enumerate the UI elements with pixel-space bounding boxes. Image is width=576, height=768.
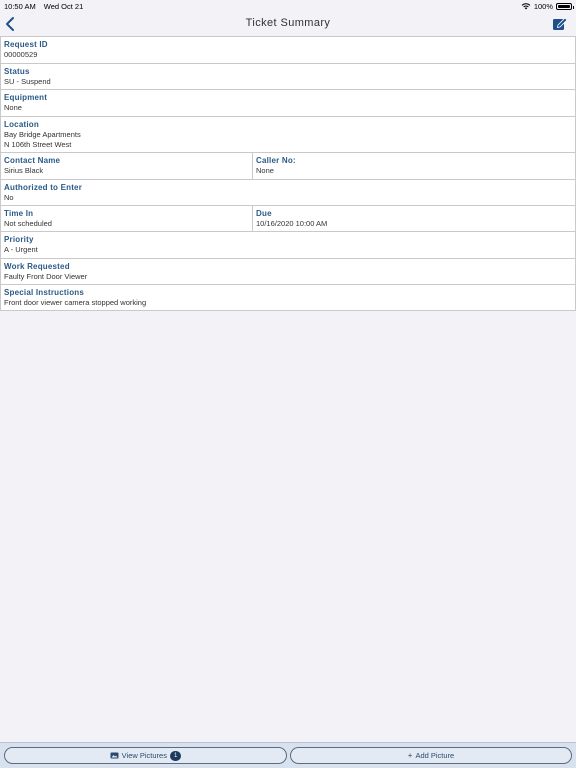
picture-count-badge: 1 (169, 750, 182, 761)
wifi-icon (521, 3, 531, 10)
status-value: SU - Suspend (4, 77, 51, 86)
add-picture-button[interactable]: + Add Picture (290, 747, 572, 764)
contact-name-label: Contact Name (4, 156, 61, 165)
ticket-summary-screen: 10:50 AM Wed Oct 21 100% Ticket Summary … (0, 0, 576, 768)
caller-no-value: None (256, 166, 274, 175)
view-pictures-label: View Pictures (121, 751, 167, 760)
photo-icon (110, 752, 119, 759)
location-line-1: Bay Bridge Apartments (4, 130, 81, 139)
location-label: Location (4, 120, 39, 129)
row-special-instructions: Special Instructions Front door viewer c… (0, 285, 576, 311)
authorized-label: Authorized to Enter (4, 183, 83, 192)
status-time: 10:50 AM (4, 2, 36, 11)
authorized-value: No (4, 193, 14, 202)
location-line-2: N 106th Street West (4, 140, 72, 149)
battery-percent: 100% (533, 2, 553, 11)
page-title: Ticket Summary (245, 17, 331, 29)
navigation-bar: Ticket Summary (0, 12, 576, 36)
contact-name-value: Sirius Black (4, 166, 44, 175)
row-status: Status SU - Suspend (0, 64, 576, 90)
plus-icon: + (407, 751, 413, 760)
work-requested-label: Work Requested (4, 262, 70, 271)
status-date: Wed Oct 21 (43, 2, 84, 11)
row-priority: Priority A - Urgent (0, 232, 576, 259)
row-equipment: Equipment None (0, 90, 576, 117)
ticket-details: Request ID 00000529 Status SU - Suspend … (0, 36, 576, 311)
equipment-label: Equipment (4, 93, 48, 102)
special-instructions-value: Front door viewer camera stopped working (4, 298, 147, 307)
due-value: 10/16/2020 10:00 AM (256, 219, 328, 228)
status-label: Status (4, 67, 30, 76)
add-picture-label: Add Picture (415, 751, 455, 760)
caller-no-label: Caller No: (256, 156, 296, 165)
row-work-requested: Work Requested Faulty Front Door Viewer (0, 259, 576, 285)
battery-icon (556, 3, 574, 10)
status-bar: 10:50 AM Wed Oct 21 100% (0, 0, 576, 12)
special-instructions-label: Special Instructions (4, 288, 85, 297)
time-in-label: Time In (4, 209, 34, 218)
row-request-id: Request ID 00000529 (0, 37, 576, 64)
row-contact: Contact Name Sirius Black Caller No: Non… (0, 153, 576, 180)
priority-label: Priority (4, 235, 34, 244)
view-pictures-button[interactable]: View Pictures 1 (4, 747, 287, 764)
time-in-value: Not scheduled (4, 219, 52, 228)
due-label: Due (256, 209, 272, 218)
bottom-toolbar: View Pictures 1 + Add Picture (0, 742, 576, 768)
request-id-value: 00000529 (4, 50, 38, 59)
compose-icon[interactable] (552, 15, 568, 31)
row-location: Location Bay Bridge Apartments N 106th S… (0, 117, 576, 153)
row-time: Time In Not scheduled Due 10/16/2020 10:… (0, 206, 576, 232)
work-requested-value: Faulty Front Door Viewer (4, 272, 88, 281)
row-authorized: Authorized to Enter No (0, 180, 576, 206)
equipment-value: None (4, 103, 22, 112)
priority-value: A - Urgent (4, 245, 38, 254)
request-id-label: Request ID (4, 40, 48, 49)
